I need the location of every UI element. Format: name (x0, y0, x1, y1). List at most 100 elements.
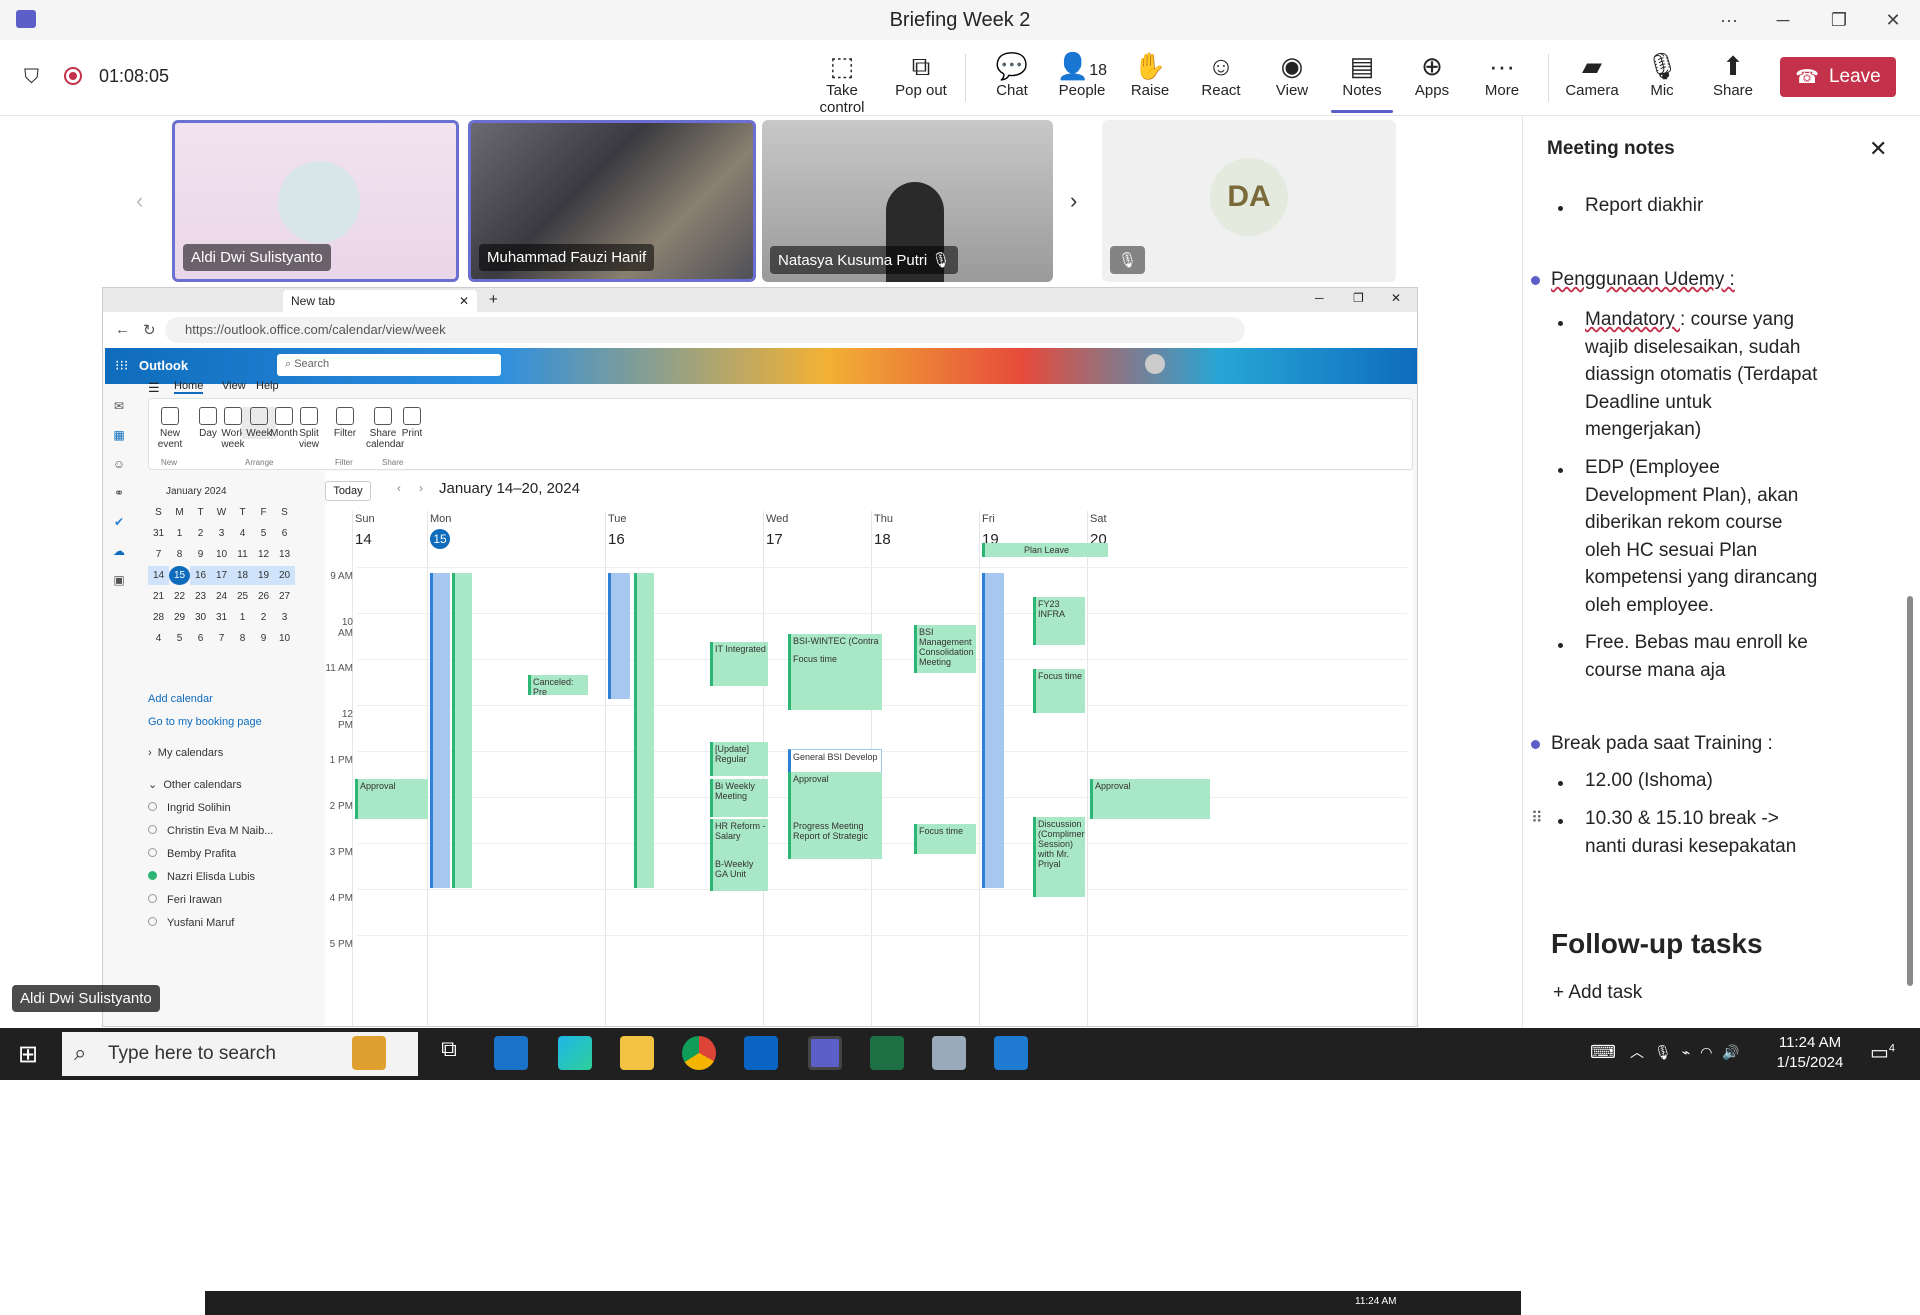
calendar-event[interactable] (608, 573, 630, 699)
avatar[interactable] (1145, 354, 1165, 374)
calendar-event[interactable]: Canceled: Pre (528, 675, 588, 695)
participant-tile[interactable]: Natasya Kusuma Putri 🎙 (762, 120, 1053, 282)
todo-icon[interactable]: ✔ (109, 508, 129, 537)
minical-day[interactable]: 6 (274, 524, 295, 543)
calendar-person[interactable]: Yusfani Maruf (148, 917, 234, 929)
calendar-event[interactable]: Discussion (Complimer Session) with Mr. … (1033, 817, 1085, 897)
note-line[interactable]: nanti durasi kesepakatan (1585, 833, 1796, 861)
minical-day[interactable]: 8 (232, 629, 253, 648)
calendar-icon[interactable]: ▦ (109, 421, 129, 450)
pop-out-button[interactable]: ⧉ Pop out (886, 50, 956, 99)
add-task-button[interactable]: + Add task (1553, 982, 1642, 1004)
minimize-icon[interactable]: ─ (1315, 291, 1324, 305)
notes-button[interactable]: ▤ Notes (1327, 50, 1397, 113)
plan-leave-event[interactable]: Plan Leave (982, 543, 1108, 557)
close-icon[interactable]: ✕ (1391, 291, 1401, 305)
tab-view[interactable]: View (222, 380, 246, 392)
calendar-person[interactable]: Ingrid Solihin (148, 802, 231, 814)
minical-day[interactable]: 23 (190, 587, 211, 606)
note-line[interactable]: wajib diselesaikan, sudah (1585, 334, 1800, 362)
calendar-event[interactable]: Focus time (914, 824, 976, 854)
minical-day[interactable]: 26 (253, 587, 274, 606)
windows-start-icon[interactable]: ⊞ (18, 1040, 38, 1069)
drag-handle-icon[interactable]: ⠿ (1531, 808, 1543, 828)
note-line[interactable]: 12.00 (Ishoma) (1585, 767, 1713, 795)
close-window-button[interactable]: ✕ (1868, 0, 1918, 40)
browser-tab[interactable]: New tab ✕ (283, 290, 477, 312)
my-calendars-header[interactable]: › My calendars (148, 747, 223, 759)
calendar-event[interactable]: FY23 INFRA (1033, 597, 1085, 645)
hamburger-icon[interactable]: ☰ (148, 380, 160, 396)
calendar-event[interactable]: Progress Meeting Report of Strategic (788, 819, 882, 859)
minical-day[interactable]: 2 (190, 524, 211, 543)
booking-page-link[interactable]: Go to my booking page (148, 716, 262, 728)
day-number[interactable]: 14 (355, 531, 372, 548)
minical-day[interactable]: 10 (274, 629, 295, 648)
tab-home[interactable]: Home (174, 380, 204, 394)
participant-tile[interactable]: Aldi Dwi Sulistyanto (172, 120, 459, 282)
maximize-button[interactable]: ❐ (1814, 0, 1864, 40)
task-view-icon[interactable]: ⧉ (432, 1036, 466, 1070)
note-line[interactable]: course mana aja (1585, 657, 1725, 685)
note-line[interactable]: mengerjakan) (1585, 416, 1701, 444)
excel-icon[interactable] (870, 1036, 904, 1070)
minical-day[interactable]: 16 (190, 566, 211, 585)
close-notes-icon[interactable]: ✕ (1869, 136, 1887, 162)
minical-day[interactable]: 24 (211, 587, 232, 606)
view-button[interactable]: ◉ View (1257, 50, 1327, 99)
apps-button[interactable]: ⊕ Apps (1397, 50, 1467, 99)
back-icon[interactable]: ← (115, 321, 130, 338)
minical-day[interactable]: 4 (148, 629, 169, 648)
calendar-event[interactable]: B-Weekly GA Unit (710, 857, 768, 891)
note-line[interactable]: diassign otomatis (Terdapat (1585, 361, 1817, 389)
minical-day[interactable]: 21 (148, 587, 169, 606)
note-line[interactable]: oleh employee. (1585, 592, 1714, 620)
minical-day[interactable]: 18 (232, 566, 253, 585)
calendar-event[interactable]: BSI Management Consolidation Meeting (914, 625, 976, 673)
chrome-icon[interactable] (682, 1036, 716, 1070)
minical-day[interactable]: 8 (169, 545, 190, 564)
minical-day[interactable]: 20 (274, 566, 295, 585)
mic-button[interactable]: 🎙 Mic (1627, 50, 1697, 99)
calendar-event[interactable]: Focus time (788, 652, 882, 710)
minical-day[interactable]: 5 (253, 524, 274, 543)
other-calendars-header[interactable]: ⌄ Other calendars (148, 778, 242, 791)
raise-hand-button[interactable]: ✋ Raise (1115, 50, 1185, 99)
minical-day[interactable]: 4 (232, 524, 253, 543)
minical-day[interactable]: 7 (148, 545, 169, 564)
minical-day[interactable]: 13 (274, 545, 295, 564)
chat-button[interactable]: 💬 Chat (977, 50, 1047, 99)
day-number[interactable]: 15 (430, 529, 450, 549)
url-field[interactable]: https://outlook.office.com/calendar/view… (165, 317, 1245, 343)
teams-icon[interactable] (808, 1036, 842, 1070)
filter-button[interactable]: Filter (328, 407, 362, 439)
minical-day[interactable]: 25 (232, 587, 253, 606)
note-line[interactable]: oleh HC sesuai Plan (1585, 537, 1757, 565)
share-button[interactable]: ⬆ Share (1698, 50, 1768, 99)
onedrive-icon[interactable]: ☁ (109, 537, 129, 566)
app-launcher-icon[interactable]: ⁝⁝⁝ (115, 357, 128, 374)
print-button[interactable]: Print (395, 407, 429, 439)
minical-day[interactable]: 2 (253, 608, 274, 627)
minical-day[interactable]: 14 (148, 566, 169, 585)
calendar-person[interactable]: Feri Irawan (148, 894, 222, 906)
calendar-event[interactable] (452, 573, 472, 888)
next-week-icon[interactable]: › (419, 481, 423, 495)
minical-day[interactable]: 30 (190, 608, 211, 627)
new-event-button[interactable]: New event (153, 407, 187, 450)
new-tab-icon[interactable]: + (489, 291, 498, 308)
note-line[interactable]: Report diakhir (1585, 192, 1703, 220)
refresh-icon[interactable]: ↻ (143, 321, 156, 339)
next-page-icon[interactable]: › (1070, 188, 1077, 214)
note-line[interactable]: Free. Bebas mau enroll ke (1585, 629, 1808, 657)
tab-help[interactable]: Help (256, 380, 279, 392)
participant-tile[interactable]: Muhammad Fauzi Hanif (468, 120, 756, 282)
edge-icon[interactable] (558, 1036, 592, 1070)
note-line[interactable]: Development Plan), akan (1585, 482, 1798, 510)
minical-day[interactable]: 22 (169, 587, 190, 606)
add-calendar-link[interactable]: Add calendar (148, 693, 213, 705)
calendar-event[interactable]: IT Integrated (710, 642, 768, 686)
take-control-button[interactable]: ⬚ Take control (807, 50, 877, 116)
minical-day[interactable]: 9 (253, 629, 274, 648)
note-line[interactable]: kompetensi yang dirancang (1585, 564, 1817, 592)
